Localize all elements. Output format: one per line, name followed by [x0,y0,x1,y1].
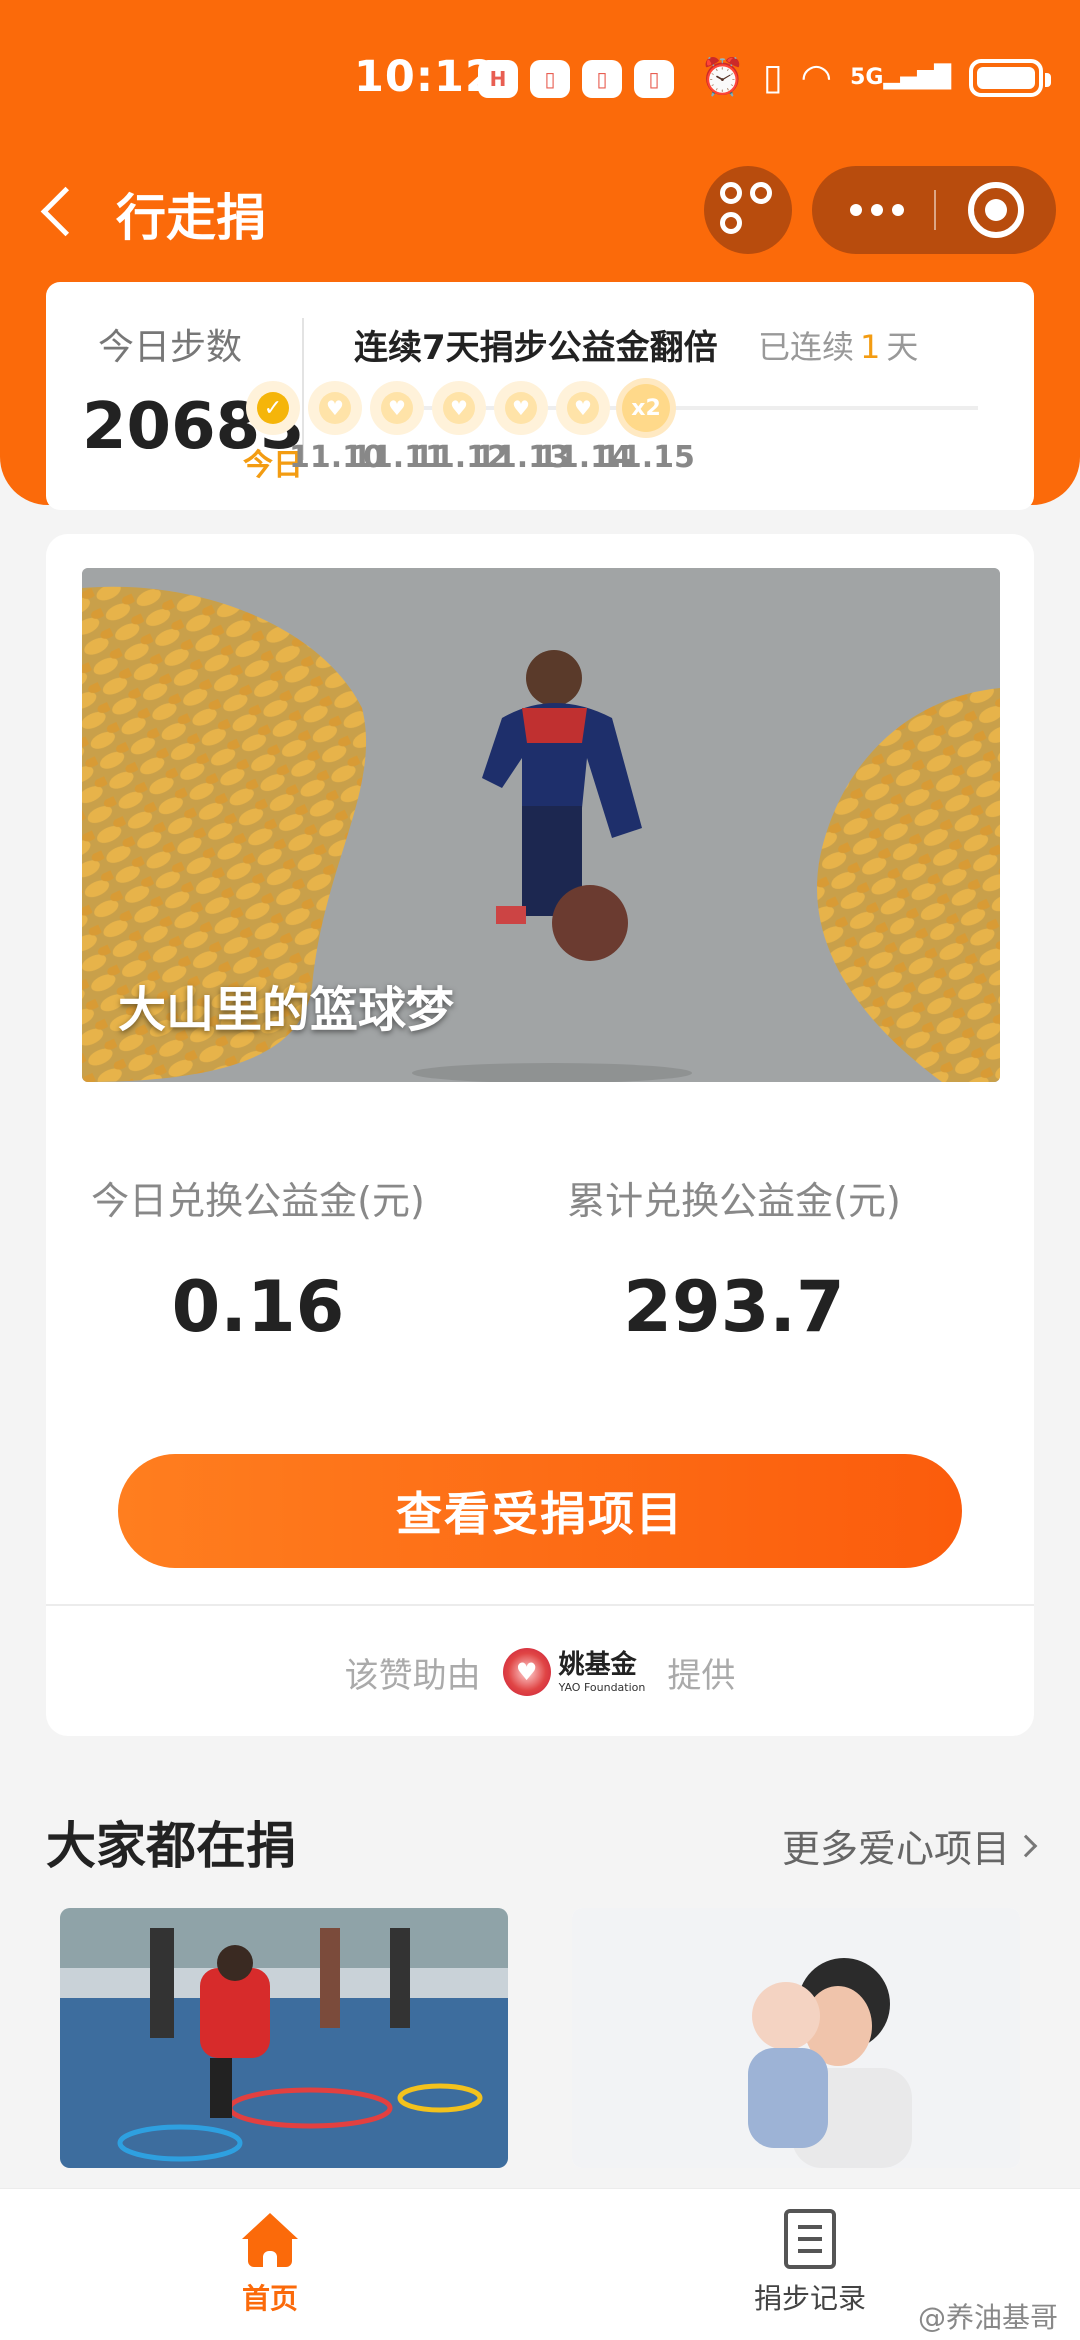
reader-app-icon: ▯ [634,60,674,98]
section-title: 大家都在捐 [46,1817,296,1875]
tab-donation-records[interactable]: 捐步记录 [660,2207,960,2327]
day-label: 11.15 [600,440,695,475]
streak-suffix: 天 [886,328,919,366]
steps-label: 今日步数 [98,327,243,368]
status-time: 10:12 [354,52,496,102]
scan-icon [720,182,742,204]
logo-text-cn: 姚基金 [558,1649,637,1680]
reader-app-icon: ▯ [582,60,622,98]
day-dot: ♥ [494,381,548,435]
streak-status: 已连续 1 天 [758,322,918,368]
back-button[interactable] [34,180,84,240]
list-icon [784,2209,836,2269]
sponsor-line: 该赞助由 ♥ 姚基金 YAO Foundation 提供 [46,1642,1034,1702]
steps-card: 今日步数 20683 连续7天捐步公益金翻倍 已连续 1 天 ✓ ♥ ♥ ♥ ♥ ♥… [46,282,1034,510]
scan-button[interactable] [704,166,792,254]
tab-home[interactable]: 首页 [120,2207,420,2327]
more-projects-label: 更多爱心项目 [781,1827,1010,1871]
double-badge: x2 [622,384,670,432]
banner-caption: 大山里的篮球梦 [118,982,455,1038]
today-exchange-label: 今日兑换公益金(元) [91,1179,425,1223]
donation-card: 大山里的篮球梦 今日兑换公益金(元) 累计兑换公益金(元) 0.16 293.7… [46,534,1034,1736]
alarm-icon: ⏰ [700,57,745,98]
more-button[interactable] [850,204,904,216]
vibrate-icon: ▯ [762,57,783,98]
watermark: @养油基哥 [917,2301,1058,2334]
total-exchange-value: 293.7 [623,1266,845,1348]
nav-bar: 行走捐 [0,160,1080,260]
home-icon [242,2213,298,2269]
heart-icon: ♥ [505,392,537,424]
day-dot: ♥ [308,381,362,435]
day-dot-done: ✓ [246,381,300,435]
streak-prefix: 已连续 [758,328,855,366]
project-banner[interactable]: 大山里的篮球梦 [82,568,1000,1082]
reader-app-icon: ▯ [530,60,570,98]
total-exchange-label: 累计兑换公益金(元) [567,1179,901,1223]
yao-foundation-logo: ♥ 姚基金 YAO Foundation [502,1648,646,1696]
heart-icon: ♥ [381,392,413,424]
streak-days: 1 [860,328,881,366]
huawei-app-icon: H [478,60,518,98]
scan-icon-part [750,182,772,204]
day-dot: ♥ [370,381,424,435]
check-icon: ✓ [257,392,289,424]
project-image [60,1908,508,2168]
streak-title: 连续7天捐步公益金翻倍 [354,328,718,368]
view-projects-button[interactable]: 查看受捐项目 [118,1454,962,1568]
capsule-divider [934,190,936,230]
fingerprint-heart-icon: ♥ [502,1648,551,1696]
miniprogram-capsule [812,166,1056,254]
sponsor-prefix: 该赞助由 [344,1655,481,1696]
divider [302,318,304,460]
day-dot: ♥ [556,381,610,435]
network-type: 5G [850,65,884,90]
wifi-icon: ◠ [800,57,833,98]
day-dot: ♥ [432,381,486,435]
heart-icon: ♥ [319,392,351,424]
project-card[interactable] [572,1908,1020,2168]
close-miniprogram-button[interactable] [968,182,1024,238]
project-card[interactable] [60,1908,508,2168]
project-image [572,1908,1020,2168]
divider [46,1604,1034,1606]
notification-icons: H ▯ ▯ ▯ [478,60,674,98]
day-dot-double: x2 [616,378,676,438]
scan-icon-part [720,212,742,234]
today-exchange-value: 0.16 [171,1266,345,1348]
tab-records-label: 捐步记录 [753,2282,866,2315]
heart-icon: ♥ [567,392,599,424]
heart-icon: ♥ [443,392,475,424]
sponsor-suffix: 提供 [667,1655,736,1696]
signal-icon: 5G▂▄▆█ [850,65,952,90]
status-bar: 10:12 H ▯ ▯ ▯ ⏰ ▯ ◠ 5G▂▄▆█ [0,48,1080,108]
battery-icon [969,59,1052,97]
page-title: 行走捐 [116,189,266,247]
tab-home-label: 首页 [241,2282,298,2315]
system-icons: ⏰ ▯ ◠ 5G▂▄▆█ [700,54,1052,102]
chevron-right-icon [1014,1834,1038,1857]
more-projects-link[interactable]: 更多爱心项目 [781,1818,1038,1873]
logo-text-en: YAO Foundation [558,1680,646,1694]
